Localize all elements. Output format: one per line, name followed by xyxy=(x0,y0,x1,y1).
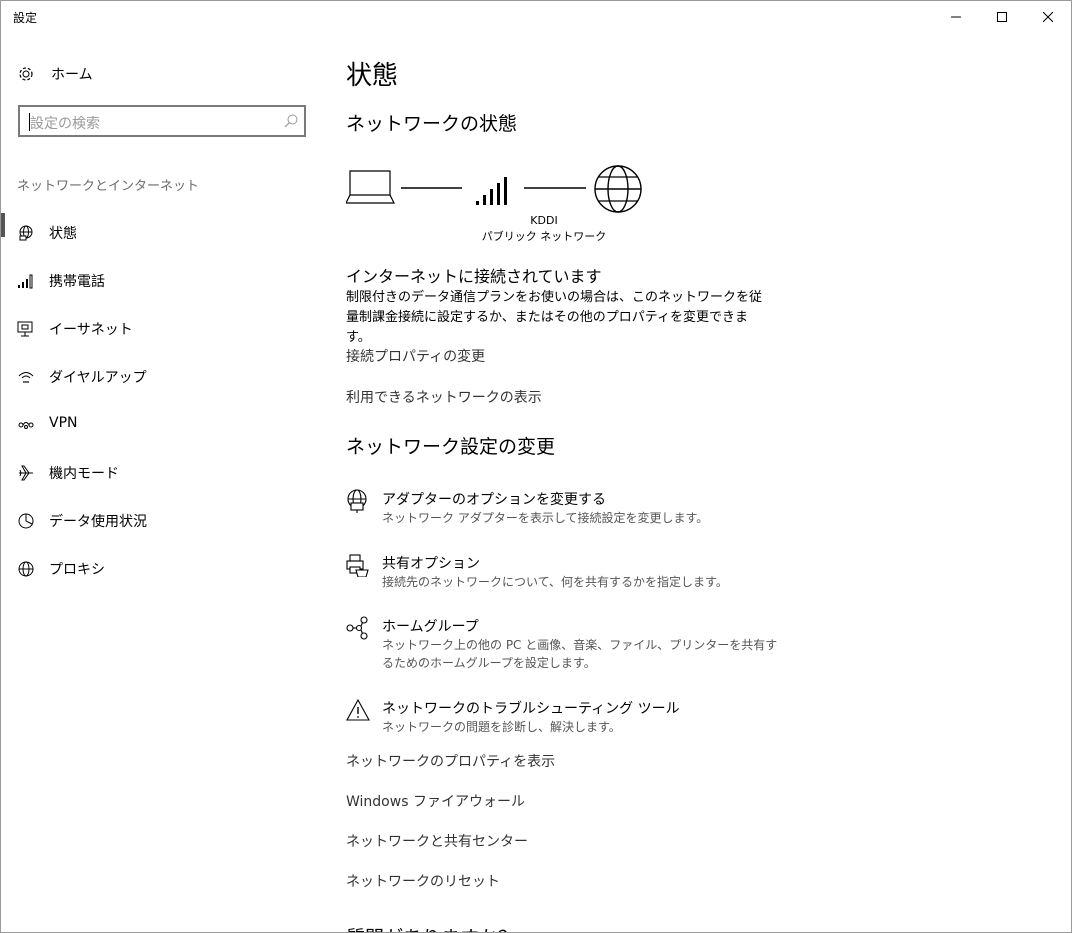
globe-status-icon xyxy=(19,225,33,241)
change-connection-properties-link[interactable]: 接続プロパティの変更 xyxy=(346,346,485,366)
connection-status: インターネットに接続されています xyxy=(346,267,602,286)
minimize-icon xyxy=(951,16,961,18)
internet-globe-icon xyxy=(594,165,642,213)
network-sharing-center-link[interactable]: ネットワークと共有センター xyxy=(346,831,528,851)
windows-firewall-link[interactable]: Windows ファイアウォール xyxy=(346,791,525,811)
vpn-icon xyxy=(18,422,34,429)
ethernet-icon xyxy=(17,321,33,337)
option-description: ネットワークの問題を診断し、解決します。 xyxy=(382,720,621,734)
sidebar-item-label: VPN xyxy=(49,415,78,431)
maximize-icon xyxy=(997,12,1007,22)
sidebar-item-airplane[interactable]: 機内モード xyxy=(1,449,321,497)
home-nav[interactable]: ホーム xyxy=(17,63,93,85)
option-title: ホームグループ xyxy=(382,619,479,635)
option-title: アダプターのオプションを変更する xyxy=(382,492,606,508)
signal-bars-icon xyxy=(476,177,507,205)
sidebar-item-label: データ使用状況 xyxy=(49,514,147,530)
sidebar-item-label: イーサネット xyxy=(49,322,133,338)
globe-icon xyxy=(18,561,34,577)
network-name: KDDI パブリック ネットワーク xyxy=(444,213,644,245)
search-input[interactable]: 設定の検索 xyxy=(18,105,306,137)
search-icon xyxy=(284,114,298,128)
settings-window: 設定 ホーム 設定の検索 ネットワークとインターネット 状態 携帯電話 イーサネ… xyxy=(0,0,1072,933)
connection-description: 制限付きのデータ通信プランをお使いの場合は、このネットワークを従量制課金接続に設… xyxy=(346,290,763,345)
sidebar-item-ethernet[interactable]: イーサネット xyxy=(1,305,321,353)
page-title: 状態 xyxy=(346,61,399,91)
active-indicator xyxy=(1,213,5,237)
sharing-icon xyxy=(346,554,369,577)
gear-icon xyxy=(19,67,33,81)
change-settings-heading: ネットワーク設定の変更 xyxy=(346,436,556,458)
adapter-icon xyxy=(347,489,367,513)
dialup-icon xyxy=(18,372,34,383)
option-description: ネットワーク アダプターを表示して接続設定を変更します。 xyxy=(382,511,709,525)
airplane-icon xyxy=(19,465,33,481)
window-title: 設定 xyxy=(13,11,38,25)
option-title: ネットワークのトラブルシューティング ツール xyxy=(382,701,680,717)
sidebar-item-status[interactable]: 状態 xyxy=(1,209,321,257)
show-available-networks-link[interactable]: 利用できるネットワークの表示 xyxy=(346,387,542,407)
sidebar-item-data-usage[interactable]: データ使用状況 xyxy=(1,497,321,545)
laptop-icon xyxy=(346,170,395,204)
cellular-signal-icon xyxy=(18,274,33,289)
warning-icon xyxy=(346,698,370,721)
home-label: ホーム xyxy=(51,67,93,83)
text-caret xyxy=(29,113,30,131)
questions-heading: 質問がありますか？ xyxy=(346,923,517,932)
search-placeholder: 設定の検索 xyxy=(30,116,100,132)
network-carrier: KDDI xyxy=(530,214,558,227)
network-status-heading: ネットワークの状態 xyxy=(346,113,518,135)
homegroup-icon xyxy=(346,616,368,640)
option-title: 共有オプション xyxy=(382,556,480,572)
network-reset-link[interactable]: ネットワークのリセット xyxy=(346,871,500,891)
option-description: ネットワーク上の他の PC と画像、音楽、ファイル、プリンターを共有するためのホ… xyxy=(382,638,778,670)
maximize-button[interactable] xyxy=(979,1,1025,33)
sidebar-item-label: 携帯電話 xyxy=(49,274,105,290)
title-bar: 設定 xyxy=(1,1,1071,33)
network-properties-link[interactable]: ネットワークのプロパティを表示 xyxy=(346,751,555,771)
sidebar-item-label: 機内モード xyxy=(49,466,119,482)
sidebar-section-label: ネットワークとインターネット xyxy=(17,179,200,194)
minimize-button[interactable] xyxy=(933,1,979,33)
sidebar-item-label: プロキシ xyxy=(49,562,105,578)
sidebar-item-label: ダイヤルアップ xyxy=(49,370,147,386)
close-button[interactable] xyxy=(1025,1,1071,33)
sidebar-item-cellular[interactable]: 携帯電話 xyxy=(1,257,321,305)
close-icon xyxy=(1043,12,1053,22)
option-description: 接続先のネットワークについて、何を共有するかを指定します。 xyxy=(382,575,728,589)
sidebar-item-label: 状態 xyxy=(49,226,77,242)
sidebar-item-proxy[interactable]: プロキシ xyxy=(1,545,321,593)
sidebar-nav: 状態 携帯電話 イーサネット ダイヤルアップ VPN 機内モード データ使用状況… xyxy=(1,209,321,593)
sidebar-item-vpn[interactable]: VPN xyxy=(1,401,321,449)
network-type: パブリック ネットワーク xyxy=(481,230,607,243)
sidebar-item-dialup[interactable]: ダイヤルアップ xyxy=(1,353,321,401)
data-usage-icon xyxy=(18,513,34,529)
